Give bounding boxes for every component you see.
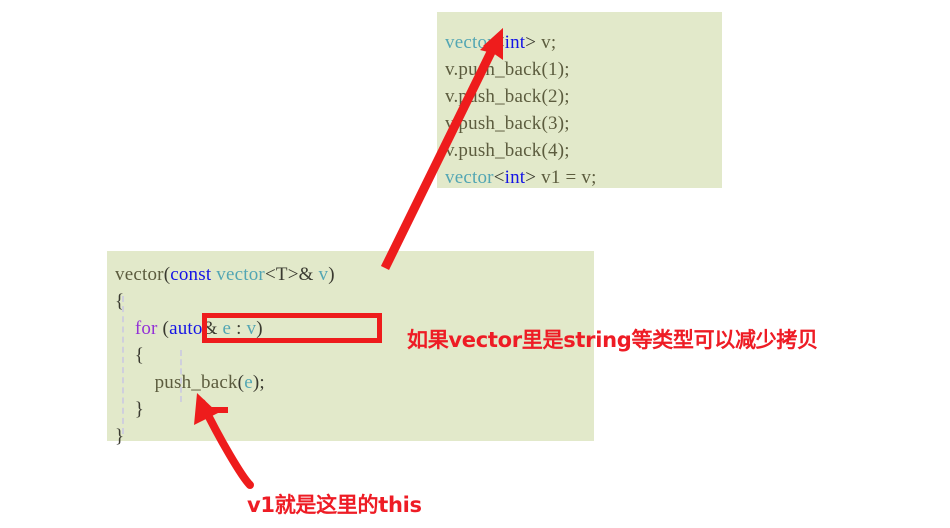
code-line: } xyxy=(115,423,594,450)
code-line: push_back(e); xyxy=(115,369,594,396)
code-token: { xyxy=(115,345,145,366)
code-token: < xyxy=(493,32,505,53)
code-token: < xyxy=(493,167,505,188)
code-block-usage-example: vector<int> v; v.push_back(1); v.push_back… xyxy=(437,12,722,188)
indent-guide-level-1 xyxy=(122,296,124,434)
code-token: & xyxy=(298,264,319,285)
code-token: vector xyxy=(445,32,494,53)
code-token: e xyxy=(244,372,253,393)
code-token: v xyxy=(318,264,329,285)
code-token: > xyxy=(525,32,542,53)
code-line: v.push_back(2); xyxy=(445,83,722,110)
code-token: v.push_back(2); xyxy=(445,86,570,107)
code-line: v.push_back(4); xyxy=(445,137,722,164)
code-token: v.push_back(4); xyxy=(445,140,570,161)
code-line: vector<int> v; xyxy=(445,29,722,56)
code-line: v.push_back(3); xyxy=(445,110,722,137)
code-token: v1 = v; xyxy=(541,167,597,188)
annotation-this-pointer-note: v1就是这里的this xyxy=(247,493,422,517)
code-line: { xyxy=(115,288,594,315)
range-for-highlight-box xyxy=(202,313,382,343)
code-token: const xyxy=(170,264,212,285)
code-token: vector xyxy=(115,264,164,285)
code-line: vector<int> v1 = v; xyxy=(445,164,722,191)
code-token: vector xyxy=(216,264,265,285)
code-line: v.push_back(1); xyxy=(445,56,722,83)
annotation-reduce-copy-note: 如果vector里是string等类型可以减少拷贝 xyxy=(407,328,818,352)
code-token: vector xyxy=(445,167,494,188)
code-token: v.push_back(3); xyxy=(445,113,570,134)
code-token: ) xyxy=(328,264,335,285)
code-token: } xyxy=(115,399,145,420)
code-token: > xyxy=(525,167,542,188)
code-token: <T> xyxy=(264,264,299,285)
code-token: int xyxy=(504,167,526,188)
code-line: } xyxy=(115,396,594,423)
code-token: ); xyxy=(252,372,265,393)
code-token: push_back xyxy=(115,372,238,393)
indent-guide-level-2 xyxy=(180,350,182,402)
code-token: auto xyxy=(169,318,203,339)
code-token: v.push_back(1); xyxy=(445,59,570,80)
annotated-code-screenshot: vector<int> v; v.push_back(1); v.push_back… xyxy=(0,0,950,528)
code-token: for xyxy=(134,318,158,339)
code-line: vector(const vector<T>& v) xyxy=(115,261,594,288)
code-token: int xyxy=(504,32,526,53)
code-token: v; xyxy=(541,32,557,53)
